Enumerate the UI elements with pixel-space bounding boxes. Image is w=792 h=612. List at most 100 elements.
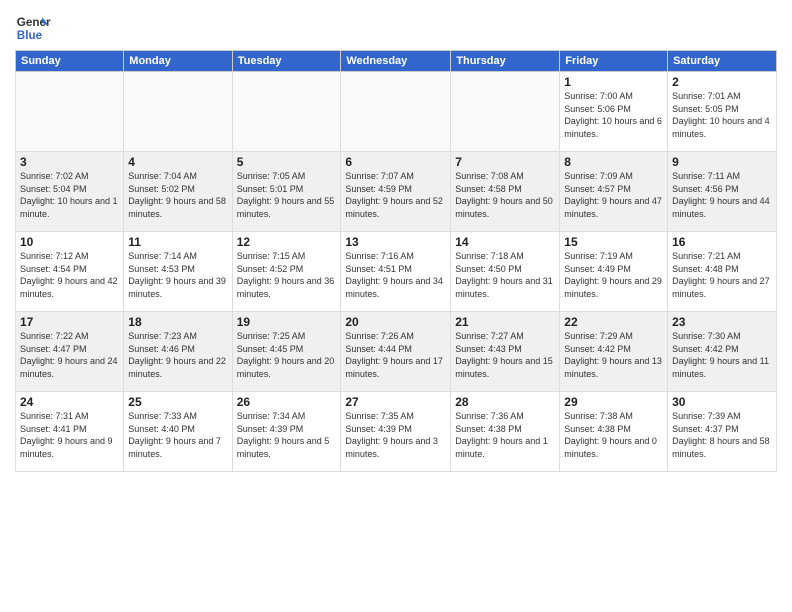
day-info: Sunrise: 7:00 AM Sunset: 5:06 PM Dayligh… bbox=[564, 90, 663, 140]
day-info: Sunrise: 7:02 AM Sunset: 5:04 PM Dayligh… bbox=[20, 170, 119, 220]
calendar-cell: 26Sunrise: 7:34 AM Sunset: 4:39 PM Dayli… bbox=[232, 392, 341, 472]
day-number: 25 bbox=[128, 395, 227, 409]
day-info: Sunrise: 7:22 AM Sunset: 4:47 PM Dayligh… bbox=[20, 330, 119, 380]
day-info: Sunrise: 7:21 AM Sunset: 4:48 PM Dayligh… bbox=[672, 250, 772, 300]
day-info: Sunrise: 7:27 AM Sunset: 4:43 PM Dayligh… bbox=[455, 330, 555, 380]
calendar-cell: 9Sunrise: 7:11 AM Sunset: 4:56 PM Daylig… bbox=[668, 152, 777, 232]
day-number: 24 bbox=[20, 395, 119, 409]
calendar-cell: 22Sunrise: 7:29 AM Sunset: 4:42 PM Dayli… bbox=[560, 312, 668, 392]
calendar-cell bbox=[232, 72, 341, 152]
calendar-cell: 18Sunrise: 7:23 AM Sunset: 4:46 PM Dayli… bbox=[124, 312, 232, 392]
calendar-cell: 24Sunrise: 7:31 AM Sunset: 4:41 PM Dayli… bbox=[16, 392, 124, 472]
day-info: Sunrise: 7:08 AM Sunset: 4:58 PM Dayligh… bbox=[455, 170, 555, 220]
calendar-cell: 8Sunrise: 7:09 AM Sunset: 4:57 PM Daylig… bbox=[560, 152, 668, 232]
day-number: 20 bbox=[345, 315, 446, 329]
calendar-cell: 17Sunrise: 7:22 AM Sunset: 4:47 PM Dayli… bbox=[16, 312, 124, 392]
calendar-cell: 16Sunrise: 7:21 AM Sunset: 4:48 PM Dayli… bbox=[668, 232, 777, 312]
calendar-cell: 11Sunrise: 7:14 AM Sunset: 4:53 PM Dayli… bbox=[124, 232, 232, 312]
day-number: 22 bbox=[564, 315, 663, 329]
day-info: Sunrise: 7:34 AM Sunset: 4:39 PM Dayligh… bbox=[237, 410, 337, 460]
calendar-cell: 5Sunrise: 7:05 AM Sunset: 5:01 PM Daylig… bbox=[232, 152, 341, 232]
day-number: 3 bbox=[20, 155, 119, 169]
weekday-header-saturday: Saturday bbox=[668, 51, 777, 72]
calendar-cell: 30Sunrise: 7:39 AM Sunset: 4:37 PM Dayli… bbox=[668, 392, 777, 472]
calendar-table: SundayMondayTuesdayWednesdayThursdayFrid… bbox=[15, 50, 777, 472]
calendar-cell bbox=[341, 72, 451, 152]
weekday-header-tuesday: Tuesday bbox=[232, 51, 341, 72]
calendar-cell: 29Sunrise: 7:38 AM Sunset: 4:38 PM Dayli… bbox=[560, 392, 668, 472]
calendar-cell: 28Sunrise: 7:36 AM Sunset: 4:38 PM Dayli… bbox=[451, 392, 560, 472]
weekday-header-sunday: Sunday bbox=[16, 51, 124, 72]
day-number: 4 bbox=[128, 155, 227, 169]
calendar-cell: 20Sunrise: 7:26 AM Sunset: 4:44 PM Dayli… bbox=[341, 312, 451, 392]
calendar-cell: 27Sunrise: 7:35 AM Sunset: 4:39 PM Dayli… bbox=[341, 392, 451, 472]
day-number: 16 bbox=[672, 235, 772, 249]
day-number: 10 bbox=[20, 235, 119, 249]
calendar-cell: 13Sunrise: 7:16 AM Sunset: 4:51 PM Dayli… bbox=[341, 232, 451, 312]
day-number: 17 bbox=[20, 315, 119, 329]
calendar-cell: 23Sunrise: 7:30 AM Sunset: 4:42 PM Dayli… bbox=[668, 312, 777, 392]
day-info: Sunrise: 7:39 AM Sunset: 4:37 PM Dayligh… bbox=[672, 410, 772, 460]
calendar-cell bbox=[451, 72, 560, 152]
day-info: Sunrise: 7:15 AM Sunset: 4:52 PM Dayligh… bbox=[237, 250, 337, 300]
day-number: 13 bbox=[345, 235, 446, 249]
day-number: 15 bbox=[564, 235, 663, 249]
day-info: Sunrise: 7:07 AM Sunset: 4:59 PM Dayligh… bbox=[345, 170, 446, 220]
day-number: 18 bbox=[128, 315, 227, 329]
day-info: Sunrise: 7:18 AM Sunset: 4:50 PM Dayligh… bbox=[455, 250, 555, 300]
calendar-cell: 4Sunrise: 7:04 AM Sunset: 5:02 PM Daylig… bbox=[124, 152, 232, 232]
day-number: 23 bbox=[672, 315, 772, 329]
day-info: Sunrise: 7:31 AM Sunset: 4:41 PM Dayligh… bbox=[20, 410, 119, 460]
day-info: Sunrise: 7:36 AM Sunset: 4:38 PM Dayligh… bbox=[455, 410, 555, 460]
day-number: 5 bbox=[237, 155, 337, 169]
day-number: 7 bbox=[455, 155, 555, 169]
day-number: 12 bbox=[237, 235, 337, 249]
day-info: Sunrise: 7:14 AM Sunset: 4:53 PM Dayligh… bbox=[128, 250, 227, 300]
day-number: 6 bbox=[345, 155, 446, 169]
calendar-cell: 25Sunrise: 7:33 AM Sunset: 4:40 PM Dayli… bbox=[124, 392, 232, 472]
calendar-cell: 21Sunrise: 7:27 AM Sunset: 4:43 PM Dayli… bbox=[451, 312, 560, 392]
weekday-header-monday: Monday bbox=[124, 51, 232, 72]
weekday-header-friday: Friday bbox=[560, 51, 668, 72]
calendar-cell bbox=[16, 72, 124, 152]
day-info: Sunrise: 7:26 AM Sunset: 4:44 PM Dayligh… bbox=[345, 330, 446, 380]
day-info: Sunrise: 7:35 AM Sunset: 4:39 PM Dayligh… bbox=[345, 410, 446, 460]
day-info: Sunrise: 7:30 AM Sunset: 4:42 PM Dayligh… bbox=[672, 330, 772, 380]
calendar-cell: 10Sunrise: 7:12 AM Sunset: 4:54 PM Dayli… bbox=[16, 232, 124, 312]
day-info: Sunrise: 7:38 AM Sunset: 4:38 PM Dayligh… bbox=[564, 410, 663, 460]
day-info: Sunrise: 7:29 AM Sunset: 4:42 PM Dayligh… bbox=[564, 330, 663, 380]
calendar-cell: 14Sunrise: 7:18 AM Sunset: 4:50 PM Dayli… bbox=[451, 232, 560, 312]
calendar-cell: 7Sunrise: 7:08 AM Sunset: 4:58 PM Daylig… bbox=[451, 152, 560, 232]
calendar-cell: 6Sunrise: 7:07 AM Sunset: 4:59 PM Daylig… bbox=[341, 152, 451, 232]
day-info: Sunrise: 7:05 AM Sunset: 5:01 PM Dayligh… bbox=[237, 170, 337, 220]
day-number: 2 bbox=[672, 75, 772, 89]
day-info: Sunrise: 7:19 AM Sunset: 4:49 PM Dayligh… bbox=[564, 250, 663, 300]
day-info: Sunrise: 7:11 AM Sunset: 4:56 PM Dayligh… bbox=[672, 170, 772, 220]
day-info: Sunrise: 7:25 AM Sunset: 4:45 PM Dayligh… bbox=[237, 330, 337, 380]
calendar-cell: 1Sunrise: 7:00 AM Sunset: 5:06 PM Daylig… bbox=[560, 72, 668, 152]
day-number: 11 bbox=[128, 235, 227, 249]
calendar-cell bbox=[124, 72, 232, 152]
calendar-cell: 3Sunrise: 7:02 AM Sunset: 5:04 PM Daylig… bbox=[16, 152, 124, 232]
day-info: Sunrise: 7:04 AM Sunset: 5:02 PM Dayligh… bbox=[128, 170, 227, 220]
day-number: 29 bbox=[564, 395, 663, 409]
day-number: 14 bbox=[455, 235, 555, 249]
logo: General Blue bbox=[15, 10, 51, 46]
day-number: 19 bbox=[237, 315, 337, 329]
svg-text:Blue: Blue bbox=[17, 29, 43, 42]
day-number: 8 bbox=[564, 155, 663, 169]
day-number: 21 bbox=[455, 315, 555, 329]
day-number: 30 bbox=[672, 395, 772, 409]
weekday-header-thursday: Thursday bbox=[451, 51, 560, 72]
day-number: 26 bbox=[237, 395, 337, 409]
calendar-cell: 2Sunrise: 7:01 AM Sunset: 5:05 PM Daylig… bbox=[668, 72, 777, 152]
calendar-cell: 12Sunrise: 7:15 AM Sunset: 4:52 PM Dayli… bbox=[232, 232, 341, 312]
day-info: Sunrise: 7:12 AM Sunset: 4:54 PM Dayligh… bbox=[20, 250, 119, 300]
day-info: Sunrise: 7:16 AM Sunset: 4:51 PM Dayligh… bbox=[345, 250, 446, 300]
day-info: Sunrise: 7:09 AM Sunset: 4:57 PM Dayligh… bbox=[564, 170, 663, 220]
day-info: Sunrise: 7:33 AM Sunset: 4:40 PM Dayligh… bbox=[128, 410, 227, 460]
day-number: 9 bbox=[672, 155, 772, 169]
day-number: 28 bbox=[455, 395, 555, 409]
calendar-cell: 15Sunrise: 7:19 AM Sunset: 4:49 PM Dayli… bbox=[560, 232, 668, 312]
day-info: Sunrise: 7:01 AM Sunset: 5:05 PM Dayligh… bbox=[672, 90, 772, 140]
